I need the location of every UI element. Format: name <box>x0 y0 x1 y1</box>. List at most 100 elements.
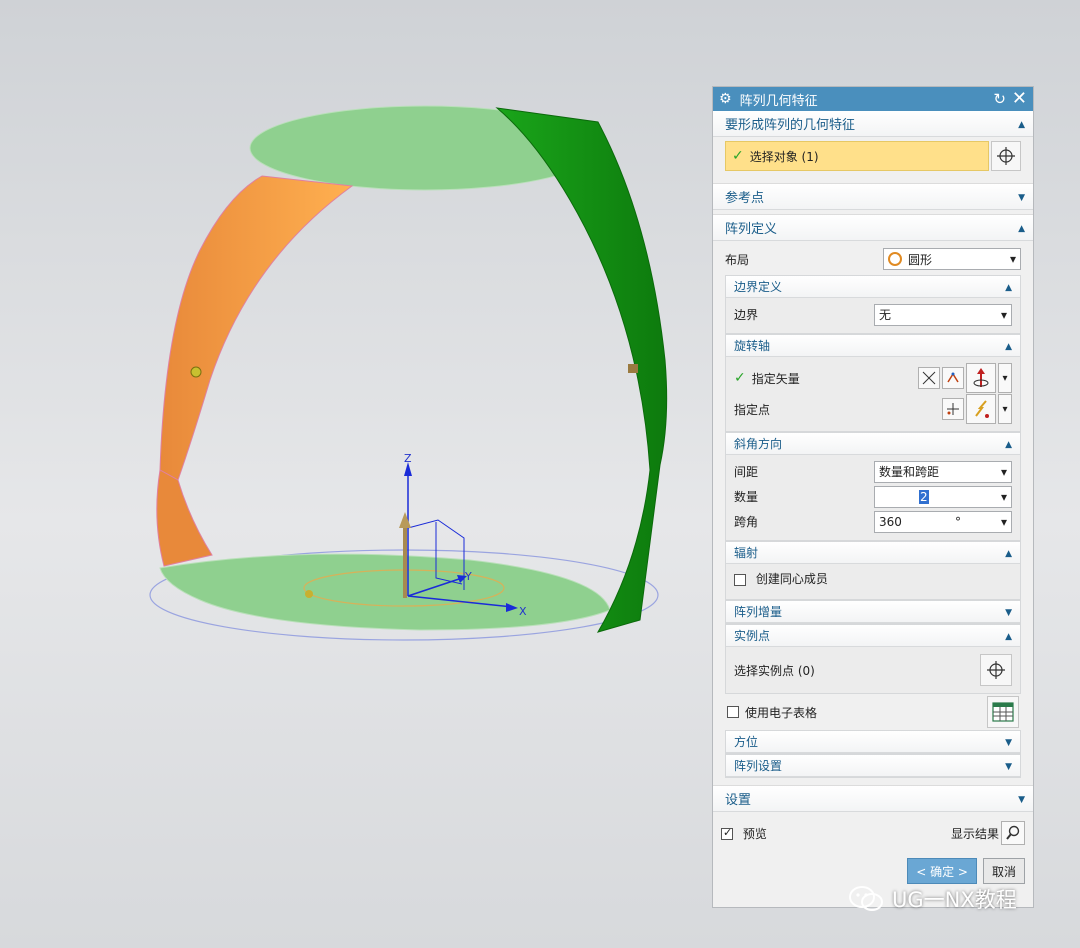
show-result-button[interactable] <box>1001 821 1025 845</box>
vector-dialog-icon[interactable] <box>942 367 964 389</box>
orientation-subsection: 方位 <box>725 730 1021 754</box>
point-type-dropdown[interactable]: ▾ <box>998 394 1012 424</box>
section-definition-title: 阵列定义 <box>725 222 778 237</box>
pattern-geometry-dialog: ⚙ 阵列几何特征 ↻ ✕ 要形成阵列的几何特征 ✓ 选择对象 (1) 参考点 <box>712 86 1034 908</box>
model-view[interactable]: Z X Y <box>0 0 700 948</box>
chevron-down-icon[interactable] <box>1018 792 1025 805</box>
instance-point-subsection: 实例点 选择实例点 (0) <box>725 624 1021 694</box>
boundary-title: 边界定义 <box>734 280 783 294</box>
close-icon[interactable]: ✕ <box>1012 90 1027 108</box>
radial-header[interactable]: 辐射 <box>726 542 1020 564</box>
angle-direction-header[interactable]: 斜角方向 <box>726 433 1020 455</box>
section-settings-header[interactable]: 设置 <box>713 786 1033 812</box>
boundary-dropdown[interactable]: 无 <box>874 303 1012 326</box>
spreadsheet-button[interactable] <box>987 696 1019 728</box>
boundary-header[interactable]: 边界定义 <box>726 276 1020 298</box>
point-marker-bottom[interactable] <box>305 590 313 598</box>
wechat-icon <box>849 886 883 911</box>
count-input[interactable]: 2 <box>874 485 1012 508</box>
point-dialog-icon[interactable] <box>942 398 964 420</box>
span-label: 跨角 <box>734 515 759 529</box>
dialog-titlebar[interactable]: ⚙ 阵列几何特征 ↻ ✕ <box>713 87 1033 111</box>
section-features-header[interactable]: 要形成阵列的几何特征 <box>713 111 1033 137</box>
dialog-title: 阵列几何特征 <box>739 93 818 109</box>
gear-icon[interactable]: ⚙ <box>719 91 732 107</box>
section-reference-header[interactable]: 参考点 <box>713 184 1033 210</box>
preview-checkbox[interactable] <box>721 826 733 840</box>
spreadsheet-icon <box>992 702 1014 722</box>
spacing-label: 间距 <box>734 465 759 479</box>
instance-point-header[interactable]: 实例点 <box>726 625 1020 647</box>
layout-value: 圆形 <box>908 252 933 267</box>
spreadsheet-checkbox[interactable] <box>727 706 739 718</box>
concentric-label: 创建同心成员 <box>755 572 828 586</box>
span-input[interactable]: 360 ° <box>874 510 1012 533</box>
instance-point-title: 实例点 <box>734 629 771 643</box>
concentric-checkbox[interactable] <box>734 573 746 586</box>
chevron-down-icon[interactable] <box>1005 759 1012 772</box>
select-instance-point-label: 选择实例点 (0) <box>734 663 815 678</box>
chevron-down-icon <box>1001 490 1007 504</box>
circular-layout-icon <box>888 252 902 266</box>
chevron-down-icon <box>1001 515 1007 529</box>
chevron-up-icon[interactable] <box>1018 221 1025 234</box>
x-axis-label: X <box>519 605 527 618</box>
increment-subsection: 阵列增量 <box>725 600 1021 624</box>
boundary-label: 边界 <box>734 308 759 322</box>
green-surface <box>495 107 668 633</box>
boundary-subsection: 边界定义 边界 无 <box>725 275 1021 334</box>
crosshair-icon <box>997 147 1015 165</box>
vector-type-icon[interactable] <box>966 363 996 393</box>
magnifier-icon <box>1006 825 1020 840</box>
reset-icon[interactable]: ↻ <box>993 91 1006 107</box>
chevron-down-icon[interactable] <box>1005 735 1012 748</box>
section-definition-header[interactable]: 阵列定义 <box>713 215 1033 241</box>
orientation-header[interactable]: 方位 <box>726 731 1020 753</box>
vector-type-dropdown[interactable]: ▾ <box>998 363 1012 393</box>
chevron-down-icon[interactable] <box>1018 190 1025 203</box>
watermark: UG一NX教程 <box>848 884 1017 914</box>
boundary-value: 无 <box>879 308 892 322</box>
chevron-up-icon[interactable] <box>1005 280 1012 293</box>
increment-header[interactable]: 阵列增量 <box>726 601 1020 623</box>
crosshair-select-button[interactable] <box>991 141 1021 171</box>
spacing-dropdown[interactable]: 数量和跨距 <box>874 460 1012 483</box>
instance-point-select-button[interactable] <box>980 654 1012 686</box>
orientation-title: 方位 <box>734 735 759 749</box>
preview-checkbox-row[interactable]: 预览 <box>721 825 951 842</box>
y-axis-label: Y <box>464 570 472 583</box>
chevron-up-icon[interactable] <box>1018 117 1025 130</box>
chevron-up-icon[interactable] <box>1005 629 1012 642</box>
rotation-header[interactable]: 旋转轴 <box>726 335 1020 357</box>
crosshair-icon <box>987 661 1005 679</box>
z-axis-label: Z <box>404 452 412 465</box>
handle-marker[interactable] <box>628 364 638 373</box>
cancel-button[interactable]: 取消 <box>982 858 1025 884</box>
section-reference-title: 参考点 <box>725 191 765 206</box>
chevron-up-icon[interactable] <box>1005 546 1012 559</box>
check-icon: ✓ <box>732 148 744 164</box>
point-marker[interactable] <box>190 366 202 378</box>
select-object-label: 选择对象 (1) <box>749 149 819 164</box>
pattern-settings-subsection: 阵列设置 <box>725 754 1021 778</box>
select-object-field[interactable]: ✓ 选择对象 (1) <box>725 141 989 171</box>
section-features-title: 要形成阵列的几何特征 <box>725 118 856 133</box>
show-result-label: 显示结果 <box>950 826 999 841</box>
point-type-icon[interactable] <box>966 394 996 424</box>
chevron-up-icon[interactable] <box>1005 339 1012 352</box>
concentric-checkbox-row[interactable]: 创建同心成员 <box>734 572 828 586</box>
count-label: 数量 <box>734 490 759 504</box>
graphics-viewport[interactable]: Z X Y <box>0 0 700 948</box>
ok-button[interactable]: < 确定 > <box>907 858 977 884</box>
chevron-down-icon[interactable] <box>1005 605 1012 618</box>
pattern-settings-header[interactable]: 阵列设置 <box>726 755 1020 777</box>
chevron-up-icon[interactable] <box>1005 437 1012 450</box>
section-settings-title: 设置 <box>725 793 752 808</box>
layout-label: 布局 <box>725 252 750 267</box>
angle-direction-title: 斜角方向 <box>734 437 783 451</box>
layout-dropdown[interactable]: 圆形 <box>883 248 1021 270</box>
vector-reverse-icon[interactable] <box>918 367 940 389</box>
increment-title: 阵列增量 <box>734 605 783 619</box>
orange-surface <box>159 175 354 481</box>
radial-title: 辐射 <box>734 546 759 560</box>
